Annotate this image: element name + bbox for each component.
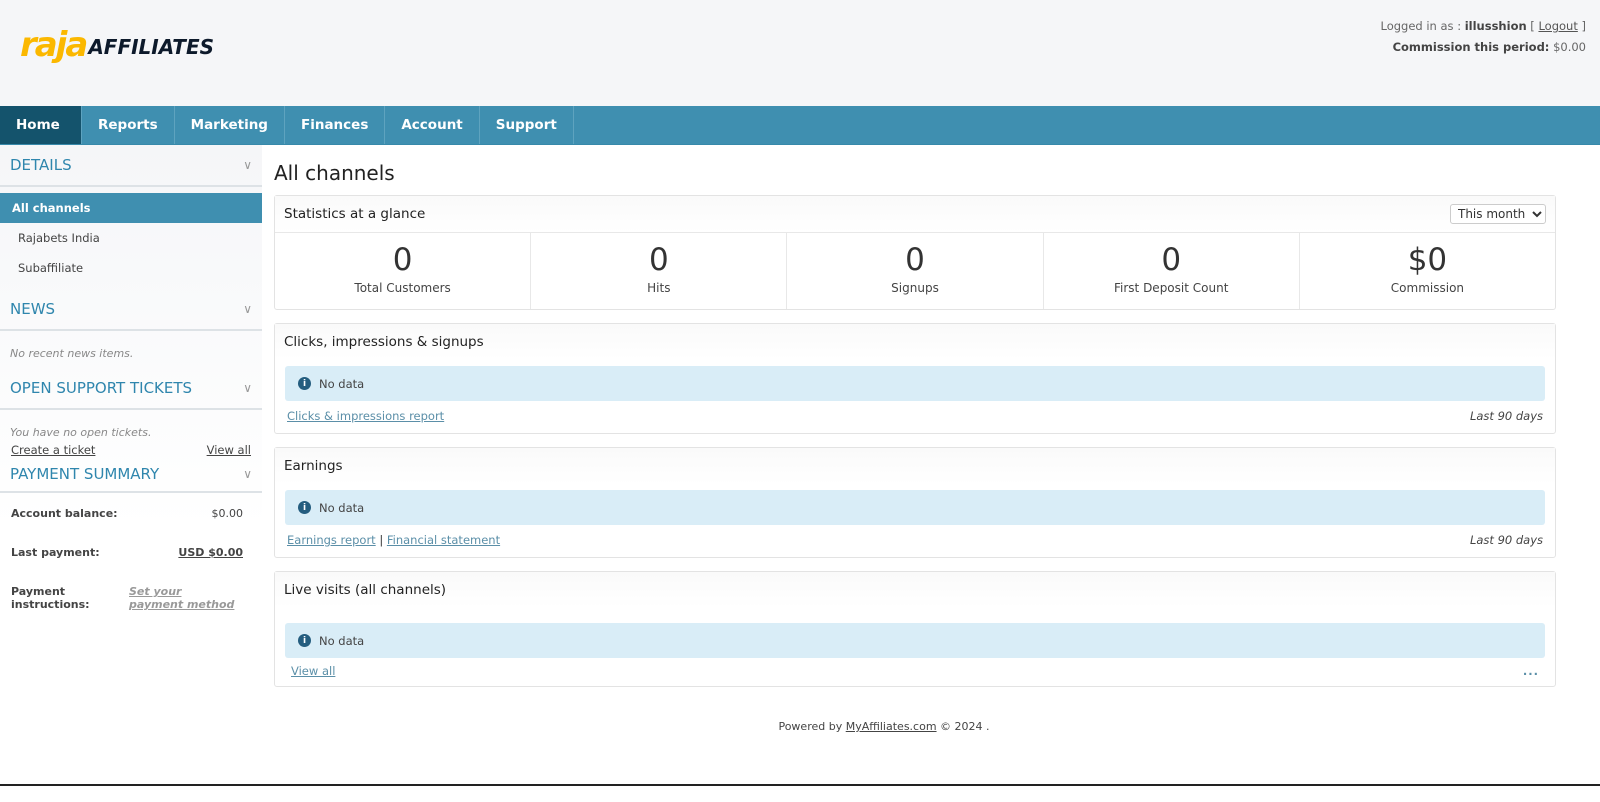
info-icon: i <box>298 501 311 514</box>
nav-reports[interactable]: Reports <box>82 106 175 144</box>
live-visits-panel: Live visits (all channels) i No data View… <box>274 571 1556 687</box>
chevron-down-icon[interactable]: ∨ <box>243 467 252 481</box>
no-data-alert: i No data <box>285 366 1545 401</box>
info-icon: i <box>298 377 311 390</box>
stat-total-customers: 0 Total Customers <box>275 233 532 309</box>
no-data-alert: i No data <box>285 623 1545 658</box>
header: raja AFFILIATES Logged in as : illusshio… <box>0 0 1600 106</box>
set-payment-method-link[interactable]: Set your payment method <box>129 585 239 611</box>
tickets-empty: You have no open tickets. <box>10 426 152 439</box>
sidebar: DETAILS ∨ All channels Rajabets India Sub… <box>0 145 262 785</box>
sidebar-item-rajabets-india[interactable]: Rajabets India <box>0 223 262 253</box>
financial-statement-link[interactable]: Financial statement <box>387 533 500 547</box>
footer: Powered by MyAffiliates.com © 2024 . <box>778 720 990 733</box>
stat-hits: 0 Hits <box>531 233 788 309</box>
logout-link[interactable]: Logout <box>1538 19 1577 33</box>
view-all-visits-link[interactable]: View all <box>291 664 335 678</box>
user-info: Logged in as : illusshion [ Logout ] Com… <box>1380 19 1586 54</box>
earnings-panel: Earnings i No data Earnings report | Fina… <box>274 447 1556 558</box>
details-header[interactable]: DETAILS ∨ <box>0 145 262 187</box>
chevron-down-icon[interactable]: ∨ <box>243 158 252 172</box>
earnings-report-link[interactable]: Earnings report <box>287 533 376 547</box>
page-title: All channels <box>274 161 395 185</box>
chevron-down-icon[interactable]: ∨ <box>243 381 252 395</box>
create-ticket-link[interactable]: Create a ticket <box>11 443 95 457</box>
myaffiliates-link[interactable]: MyAffiliates.com <box>846 720 937 733</box>
stat-signups: 0 Signups <box>787 233 1044 309</box>
view-all-tickets-link[interactable]: View all <box>207 443 251 457</box>
nav-marketing[interactable]: Marketing <box>175 106 285 144</box>
account-balance: $0.00 <box>211 507 244 520</box>
nav-support[interactable]: Support <box>480 106 574 144</box>
clicks-report-link[interactable]: Clicks & impressions report <box>287 409 444 423</box>
chevron-down-icon[interactable]: ∨ <box>243 302 252 316</box>
divider <box>0 784 1600 786</box>
news-empty: No recent news items. <box>10 347 134 360</box>
sidebar-item-subaffiliate[interactable]: Subaffiliate <box>0 253 262 283</box>
nav-finances[interactable]: Finances <box>285 106 386 144</box>
info-icon: i <box>298 634 311 647</box>
nav-account[interactable]: Account <box>385 106 480 144</box>
payment-header[interactable]: PAYMENT SUMMARY ∨ <box>0 457 262 493</box>
stats-panel: Statistics at a glance This month 0 Total… <box>274 195 1556 310</box>
period-select[interactable]: This month <box>1450 204 1546 224</box>
stat-commission: $0 Commission <box>1390 242 1465 295</box>
clicks-panel: Clicks, impressions & signups i No data C… <box>274 323 1556 434</box>
commission-value: $0.00 <box>1553 40 1586 54</box>
no-data-alert: i No data <box>285 490 1545 525</box>
more-icon[interactable]: ... <box>1523 664 1539 678</box>
main-content: All channels Statistics at a glance This… <box>274 145 1556 700</box>
logo[interactable]: raja AFFILIATES <box>20 28 214 62</box>
username: illusshion <box>1464 19 1527 33</box>
stat-first-deposit-count: 0 First Deposit Count <box>1044 233 1300 309</box>
tickets-header[interactable]: OPEN SUPPORT TICKETS ∨ <box>0 368 262 410</box>
nav-home[interactable]: Home <box>0 106 82 144</box>
news-header[interactable]: NEWS ∨ <box>0 289 262 331</box>
main-nav: Home Reports Marketing Finances Account … <box>0 106 1600 145</box>
last-payment-link[interactable]: USD $0.00 <box>178 546 243 559</box>
sidebar-item-all-channels[interactable]: All channels <box>0 193 262 223</box>
